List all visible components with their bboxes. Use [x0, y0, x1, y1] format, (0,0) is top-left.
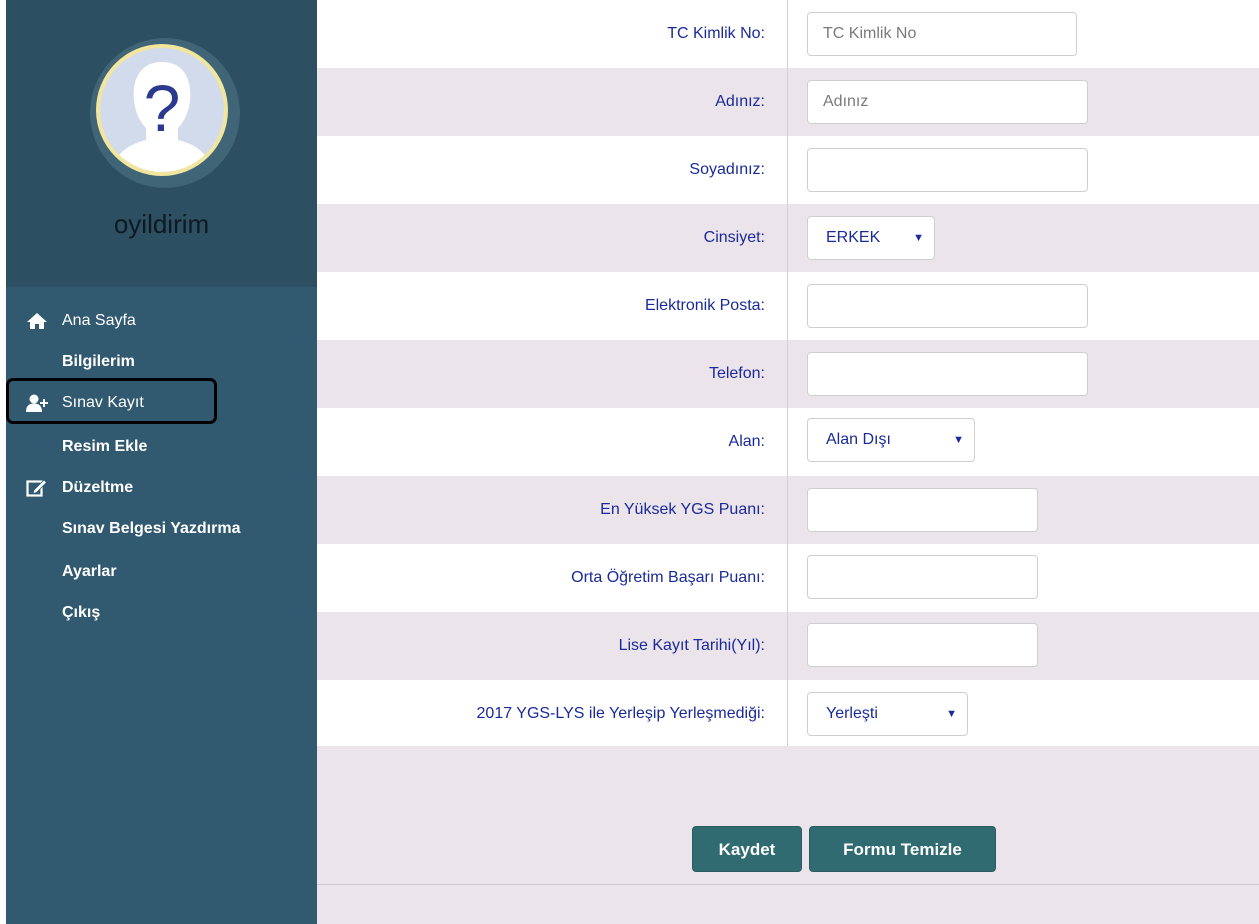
registration-form: TC Kimlik No: Adınız: Soyadınız: Cinsiye…: [317, 0, 1259, 924]
alan-label: Alan:: [728, 433, 765, 450]
sidebar-item-label: Çıkış: [62, 604, 101, 621]
sidebar-item-ana-sayfa[interactable]: Ana Sayfa: [6, 306, 306, 336]
chevron-down-icon: ▼: [913, 232, 924, 244]
form-row-telefon: Telefon:: [317, 340, 1259, 408]
alan-value: Alan Dışı: [826, 431, 891, 448]
alan-select[interactable]: Alan Dışı ▼: [807, 418, 975, 462]
form-row-ygs: En Yüksek YGS Puanı:: [317, 476, 1259, 544]
unknown-user-icon: ?: [110, 62, 214, 172]
sidebar-item-label: Bilgilerim: [62, 353, 135, 370]
form-row-soyad: Soyadınız:: [317, 136, 1259, 204]
tc-label: TC Kimlik No:: [667, 25, 765, 42]
sidebar-item-sinav-belgesi[interactable]: Sınav Belgesi Yazdırma: [6, 514, 306, 544]
sidebar-item-duzeltme[interactable]: Düzeltme: [6, 473, 306, 503]
svg-text:?: ?: [144, 71, 181, 145]
sidebar-item-label: Resim Ekle: [62, 438, 148, 455]
obp-label: Orta Öğretim Başarı Puanı:: [571, 569, 765, 586]
username: oyildirim: [113, 209, 210, 239]
sidebar-item-ayarlar[interactable]: Ayarlar: [6, 557, 306, 587]
form-row-yerlesme: 2017 YGS-LYS ile Yerleşip Yerleşmediği: …: [317, 680, 1259, 748]
form-row-alan: Alan: Alan Dışı ▼: [317, 408, 1259, 476]
tc-kimlik-input[interactable]: [807, 12, 1077, 56]
form-row-lise: Lise Kayıt Tarihi(Yıl):: [317, 612, 1259, 680]
ad-input[interactable]: [807, 80, 1088, 124]
cinsiyet-label: Cinsiyet:: [703, 229, 765, 246]
form-row-ad: Adınız:: [317, 68, 1259, 136]
yerlesme-label: 2017 YGS-LYS ile Yerleşip Yerleşmediği:: [476, 705, 765, 722]
column-divider: [787, 0, 788, 746]
edit-icon: [26, 479, 48, 497]
soyad-input[interactable]: [807, 148, 1088, 192]
avatar: ?: [90, 38, 240, 188]
sidebar-item-bilgilerim[interactable]: Bilgilerim: [6, 347, 306, 377]
chevron-down-icon: ▼: [953, 434, 964, 446]
yerlesme-select[interactable]: Yerleşti ▼: [807, 692, 968, 736]
profile-panel: ? oyildirim: [6, 0, 317, 287]
sidebar-item-label: Ana Sayfa: [62, 312, 136, 329]
eposta-label: Elektronik Posta:: [644, 297, 765, 314]
sidebar-item-label: Düzeltme: [62, 479, 134, 496]
sidebar-item-cikis[interactable]: Çıkış: [6, 598, 306, 628]
form-row-eposta: Elektronik Posta:: [317, 272, 1259, 340]
form-row-obp: Orta Öğretim Başarı Puanı:: [317, 544, 1259, 612]
lise-kayit-input[interactable]: [807, 623, 1038, 667]
clear-form-button[interactable]: Formu Temizle: [809, 826, 996, 872]
ygs-label: En Yüksek YGS Puanı:: [600, 501, 765, 518]
sidebar-item-resim-ekle[interactable]: Resim Ekle: [6, 432, 306, 462]
sidebar: ? oyildirim Ana Sayfa Bilgilerim Sınav K…: [6, 0, 317, 924]
selection-highlight: [6, 378, 217, 424]
sidebar-item-label: Ayarlar: [62, 563, 117, 580]
ad-label: Adınız:: [715, 93, 765, 110]
form-row-tc: TC Kimlik No:: [317, 0, 1259, 68]
home-icon: [27, 313, 47, 329]
soyad-label: Soyadınız:: [689, 161, 765, 178]
lise-label: Lise Kayıt Tarihi(Yıl):: [618, 637, 765, 654]
sidebar-item-label: Sınav Belgesi Yazdırma: [62, 520, 241, 537]
cinsiyet-select[interactable]: ERKEK ▼: [807, 216, 935, 260]
telefon-label: Telefon:: [708, 365, 765, 382]
cinsiyet-value: ERKEK: [826, 229, 881, 246]
chevron-down-icon: ▼: [946, 708, 957, 720]
telefon-input[interactable]: [807, 352, 1088, 396]
obp-input[interactable]: [807, 555, 1038, 599]
ygs-puani-input[interactable]: [807, 488, 1038, 532]
form-row-cinsiyet: Cinsiyet: ERKEK ▼: [317, 204, 1259, 272]
email-input[interactable]: [807, 284, 1088, 328]
save-button[interactable]: Kaydet: [692, 826, 802, 872]
yerlesme-value: Yerleşti: [826, 705, 878, 722]
